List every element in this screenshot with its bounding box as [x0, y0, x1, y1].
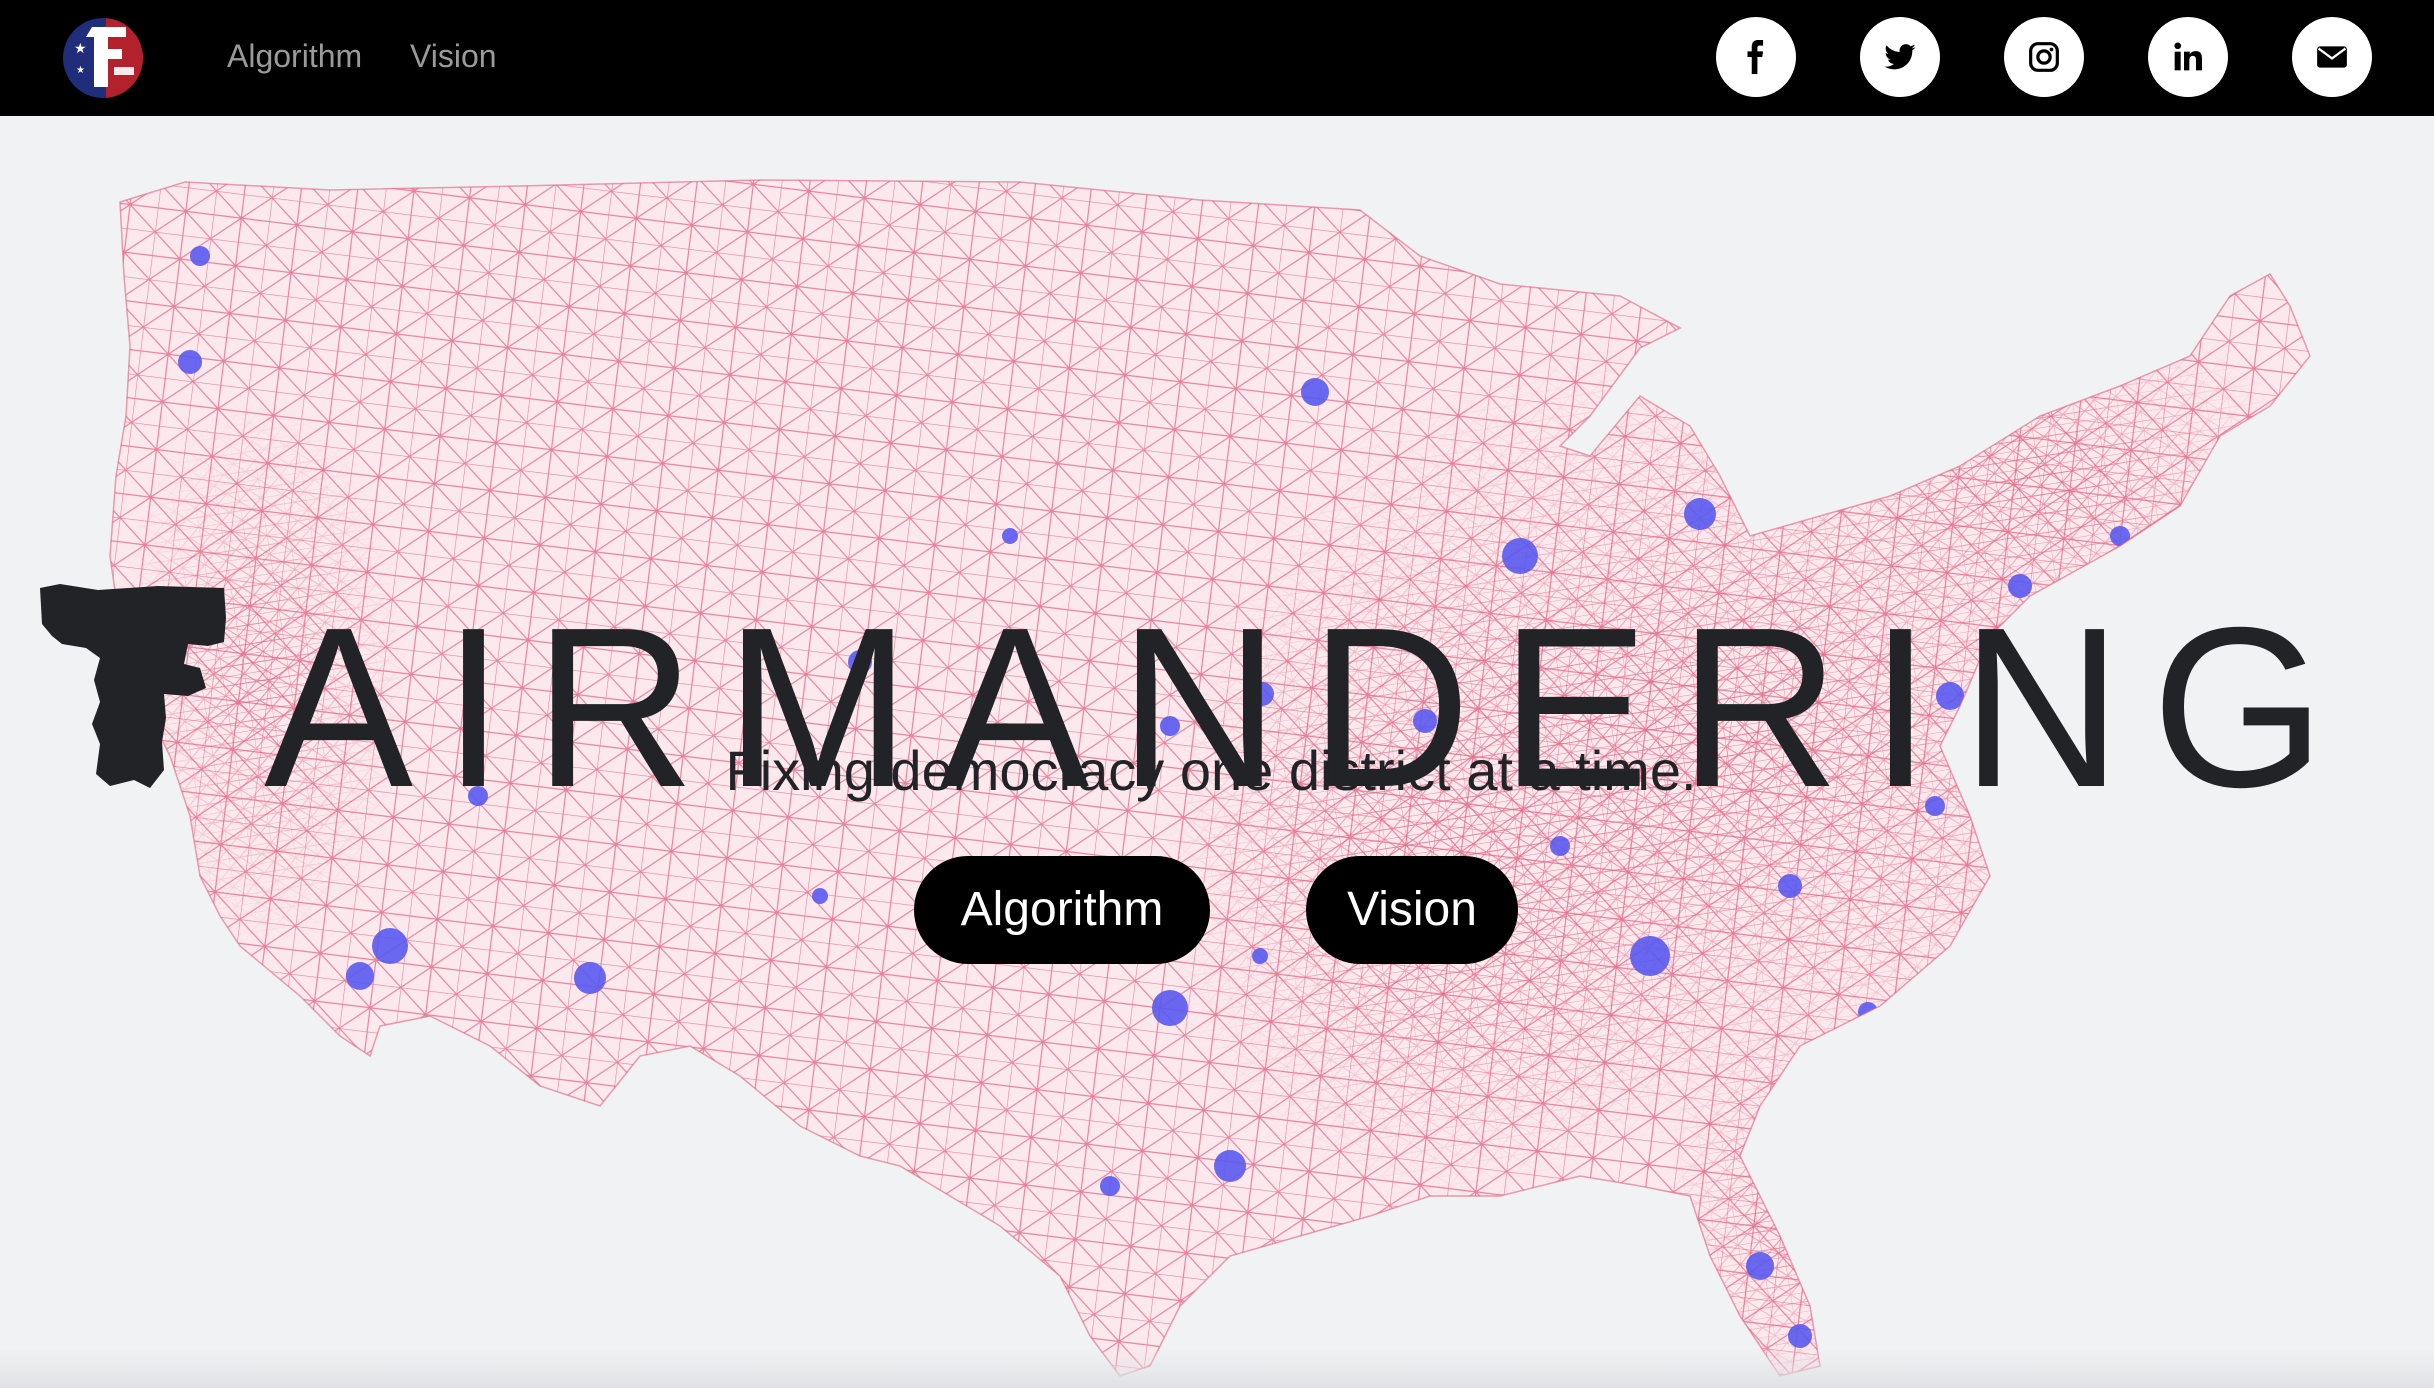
twitter-link[interactable]: [1860, 17, 1940, 97]
email-link[interactable]: [2292, 17, 2372, 97]
hero-section: AIRMANDERING Fixing democracy one distri…: [0, 116, 2434, 1388]
facebook-link[interactable]: [1716, 17, 1796, 97]
instagram-link[interactable]: [2004, 17, 2084, 97]
twitter-icon: [1883, 40, 1917, 74]
nav-link-algorithm[interactable]: Algorithm: [227, 34, 362, 78]
bottom-fade: [0, 1348, 2434, 1388]
facebook-icon: [1739, 40, 1773, 74]
algorithm-button[interactable]: Algorithm: [914, 856, 1210, 964]
hero-tagline: Fixing democracy one district at a time.: [0, 736, 2434, 806]
svg-text:★: ★: [76, 65, 85, 76]
vision-button[interactable]: Vision: [1306, 856, 1518, 964]
top-navbar: ★ ★ Algorithm Vision: [0, 0, 2434, 116]
linkedin-icon: [2172, 41, 2204, 73]
email-icon: [2315, 40, 2349, 74]
hero-tagline-text: Fixing democracy one district at a time.: [725, 739, 1697, 802]
fairmandering-logo-icon[interactable]: ★ ★: [62, 17, 144, 99]
nav-link-vision[interactable]: Vision: [410, 34, 497, 78]
linkedin-link[interactable]: [2148, 17, 2228, 97]
instagram-icon: [2028, 41, 2060, 73]
svg-text:★: ★: [74, 41, 87, 57]
